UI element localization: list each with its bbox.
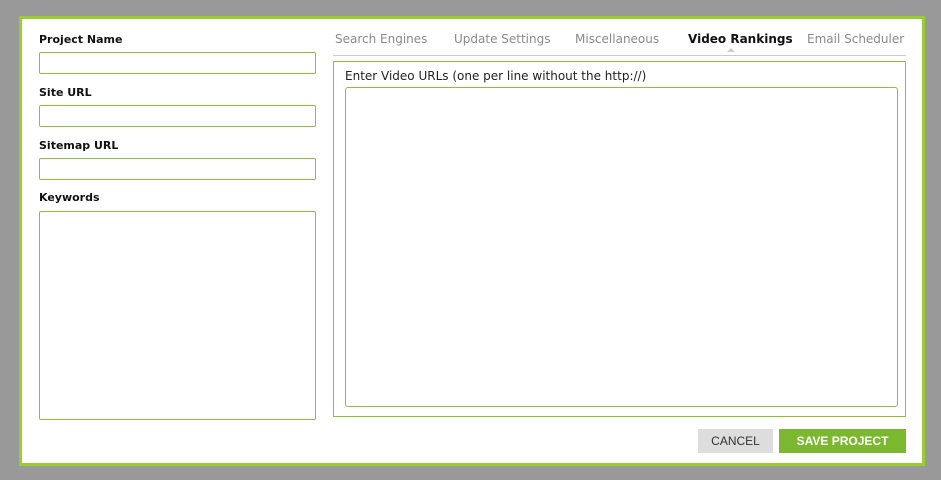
video-rankings-panel: Enter Video URLs (one per line without t… [333,61,906,417]
tab-miscellaneous[interactable]: Miscellaneous [575,32,659,46]
sitemap-url-label: Sitemap URL [39,139,119,152]
project-name-input[interactable] [39,52,316,74]
settings-tabs: Search Engines Update Settings Miscellan… [333,29,906,56]
sitemap-url-input[interactable] [39,158,316,180]
site-url-label: Site URL [39,86,92,99]
tab-search-engines[interactable]: Search Engines [335,32,427,46]
video-urls-textarea[interactable] [345,87,898,407]
tab-video-rankings[interactable]: Video Rankings [688,32,793,46]
site-url-input[interactable] [39,105,316,127]
active-tab-caret-icon [727,48,735,52]
video-urls-label: Enter Video URLs (one per line without t… [345,69,647,83]
project-name-label: Project Name [39,33,123,46]
tab-update-settings[interactable]: Update Settings [454,32,551,46]
cancel-button[interactable]: CANCEL [698,429,773,453]
keywords-label: Keywords [39,191,100,204]
keywords-textarea[interactable] [39,211,316,420]
save-project-button[interactable]: SAVE PROJECT [779,429,906,453]
project-dialog: Project Name Site URL Sitemap URL Keywor… [19,16,925,466]
tab-email-scheduler[interactable]: Email Scheduler [807,32,904,46]
